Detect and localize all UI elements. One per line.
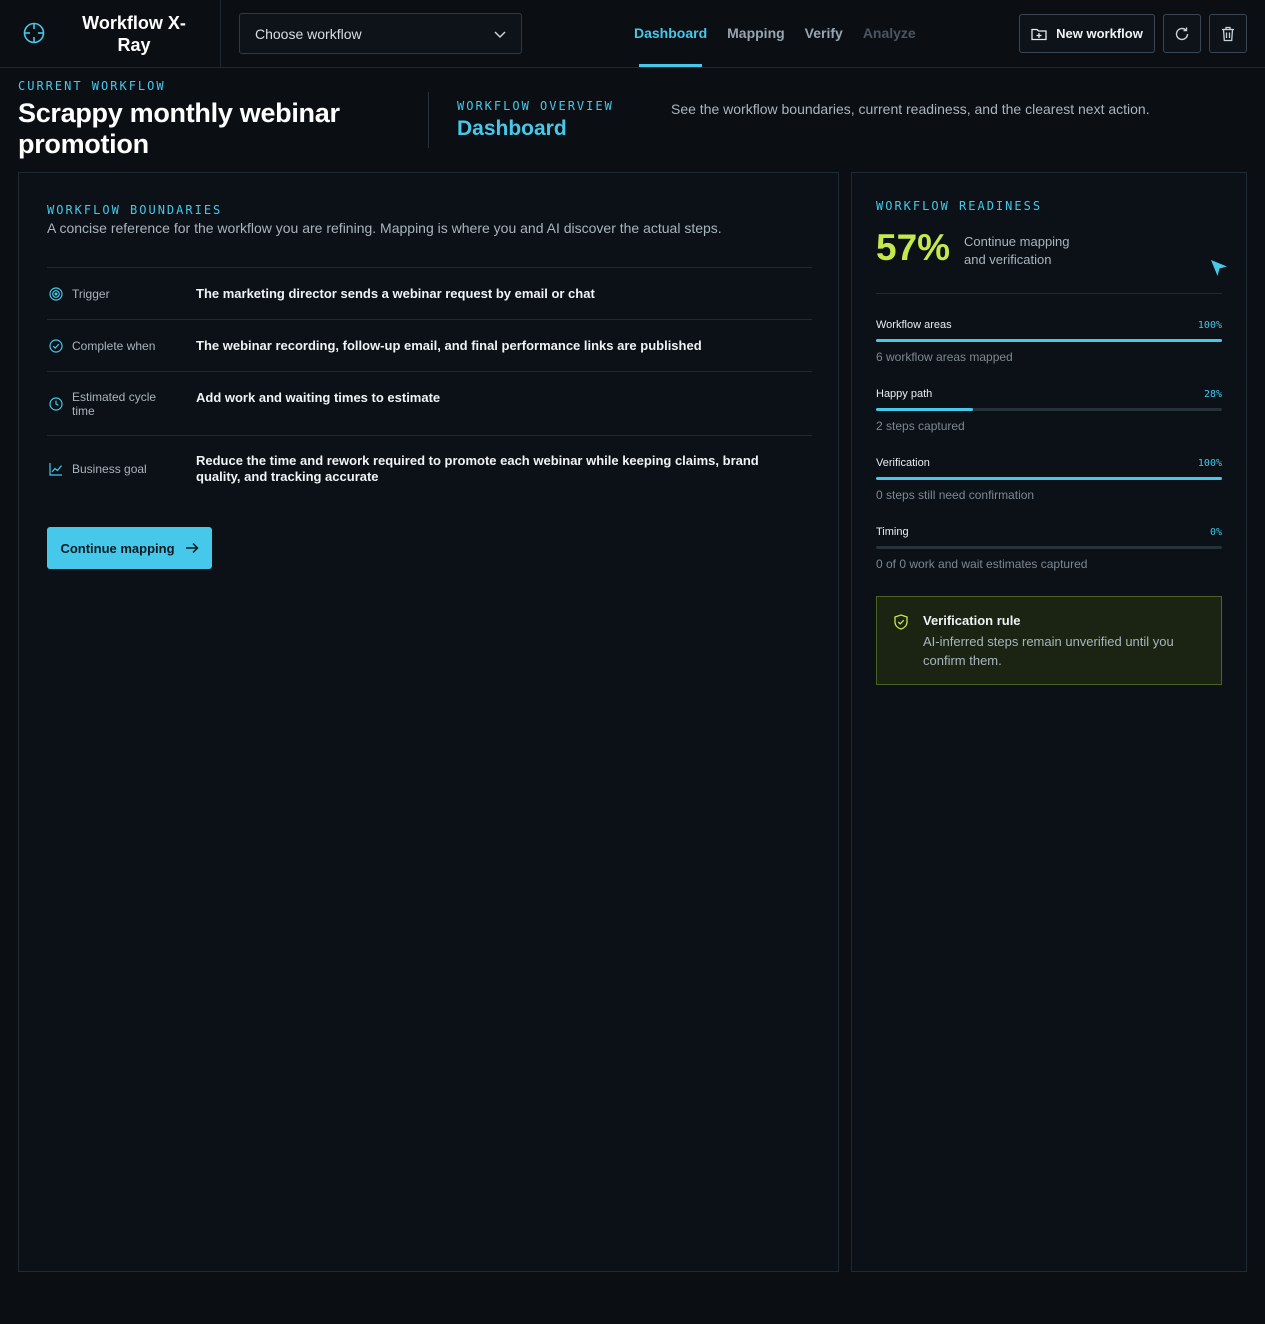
progress-track bbox=[876, 408, 1222, 411]
metric-percent: 100% bbox=[1197, 458, 1222, 469]
top-bar: Workflow X-Ray Choose workflow Dashboard… bbox=[0, 0, 1265, 68]
workflow-readiness-panel: WORKFLOW READINESS 57% Continue mapping … bbox=[851, 172, 1247, 1272]
boundary-label: Trigger bbox=[72, 286, 110, 301]
arrow-right-icon bbox=[185, 542, 199, 554]
current-workflow-eyebrow: CURRENT WORKFLOW bbox=[18, 79, 166, 93]
chevron-down-icon bbox=[494, 31, 506, 39]
progress-track bbox=[876, 339, 1222, 342]
boundary-value: The marketing director sends a webinar r… bbox=[196, 285, 595, 301]
metric-name: Happy path bbox=[876, 388, 933, 400]
continue-mapping-button[interactable]: Continue mapping bbox=[47, 527, 212, 569]
progress-track bbox=[876, 477, 1222, 480]
tab-mapping[interactable]: Mapping bbox=[727, 0, 785, 67]
trend-chart-icon bbox=[49, 462, 62, 476]
overview-eyebrow: WORKFLOW OVERVIEW bbox=[457, 99, 614, 113]
delete-button[interactable] bbox=[1209, 14, 1247, 53]
workflow-select-value: Choose workflow bbox=[255, 25, 362, 42]
current-workflow-title: Scrappy monthly webinar promotion bbox=[18, 98, 340, 159]
metric-name: Verification bbox=[876, 457, 930, 469]
boundary-row-complete-when: Complete when The webinar recording, fol… bbox=[47, 319, 812, 371]
progress-fill bbox=[876, 339, 1222, 342]
new-workflow-button[interactable]: New workflow bbox=[1019, 14, 1155, 53]
boundary-label: Estimated cycle time bbox=[72, 389, 157, 418]
tab-dashboard[interactable]: Dashboard bbox=[634, 0, 707, 67]
trash-icon bbox=[1222, 26, 1234, 41]
metric-subtext: 6 workflow areas mapped bbox=[876, 350, 1013, 364]
boundaries-eyebrow: WORKFLOW BOUNDARIES bbox=[47, 203, 223, 217]
page-title: Dashboard bbox=[457, 117, 567, 140]
metric-percent: 0% bbox=[1209, 527, 1222, 538]
folder-plus-icon bbox=[1031, 28, 1047, 40]
readiness-percent: 57% bbox=[876, 227, 951, 268]
rule-text: AI-inferred steps remain unverified unti… bbox=[923, 634, 1174, 668]
boundary-row-trigger: Trigger The marketing director sends a w… bbox=[47, 267, 812, 319]
refresh-button[interactable] bbox=[1163, 14, 1201, 53]
app-title: Workflow X-Ray bbox=[82, 13, 186, 55]
readiness-label: Continue mapping and verification bbox=[964, 234, 1070, 267]
boundary-value: Add work and waiting times to estimate bbox=[196, 390, 441, 405]
progress-fill bbox=[876, 477, 1222, 480]
workflow-boundaries-panel: WORKFLOW BOUNDARIES A concise reference … bbox=[18, 172, 839, 1272]
boundaries-list: Trigger The marketing director sends a w… bbox=[47, 267, 812, 501]
boundary-row-cycle-time: Estimated cycle time Add work and waitin… bbox=[47, 371, 812, 435]
boundary-label: Complete when bbox=[72, 338, 156, 353]
brand: Workflow X-Ray bbox=[0, 0, 221, 67]
refresh-icon bbox=[1175, 27, 1189, 40]
metric-name: Workflow areas bbox=[876, 319, 952, 331]
boundaries-description: A concise reference for the workflow you… bbox=[47, 220, 722, 236]
main-nav: Dashboard Mapping Verify Analyze bbox=[634, 0, 916, 67]
workflow-select[interactable]: Choose workflow bbox=[239, 13, 522, 54]
boundary-value: Reduce the time and rework required to p… bbox=[196, 452, 759, 484]
crosshair-logo-icon bbox=[23, 22, 45, 44]
tab-verify[interactable]: Verify bbox=[805, 0, 843, 67]
readiness-eyebrow: WORKFLOW READINESS bbox=[876, 199, 1043, 213]
continue-mapping-label: Continue mapping bbox=[60, 540, 175, 556]
target-icon bbox=[49, 286, 63, 301]
rule-title: Verification rule bbox=[923, 613, 1021, 628]
metric-percent: 28% bbox=[1203, 389, 1222, 400]
boundary-label: Business goal bbox=[72, 461, 147, 476]
overview-description: See the workflow boundaries, current rea… bbox=[671, 101, 1150, 117]
shield-check-icon bbox=[894, 614, 908, 630]
check-circle-icon bbox=[49, 338, 63, 353]
metric-subtext: 0 of 0 work and wait estimates captured bbox=[876, 557, 1088, 571]
boundary-row-business-goal: Business goal Reduce the time and rework… bbox=[47, 435, 812, 501]
clock-icon bbox=[49, 396, 63, 411]
metric-name: Timing bbox=[876, 526, 909, 538]
boundary-value: The webinar recording, follow-up email, … bbox=[196, 337, 702, 353]
verification-rule-callout: Verification rule AI-inferred steps rema… bbox=[876, 596, 1222, 685]
new-workflow-label: New workflow bbox=[1056, 26, 1143, 41]
progress-track bbox=[876, 546, 1222, 549]
progress-fill bbox=[876, 408, 973, 411]
metric-subtext: 2 steps captured bbox=[876, 419, 965, 433]
readiness-divider bbox=[876, 293, 1222, 294]
metric-percent: 100% bbox=[1197, 320, 1222, 331]
cursor-arrow-icon bbox=[1211, 260, 1227, 276]
tab-analyze[interactable]: Analyze bbox=[863, 0, 916, 67]
metric-subtext: 0 steps still need confirmation bbox=[876, 488, 1035, 502]
header-divider bbox=[428, 92, 429, 148]
